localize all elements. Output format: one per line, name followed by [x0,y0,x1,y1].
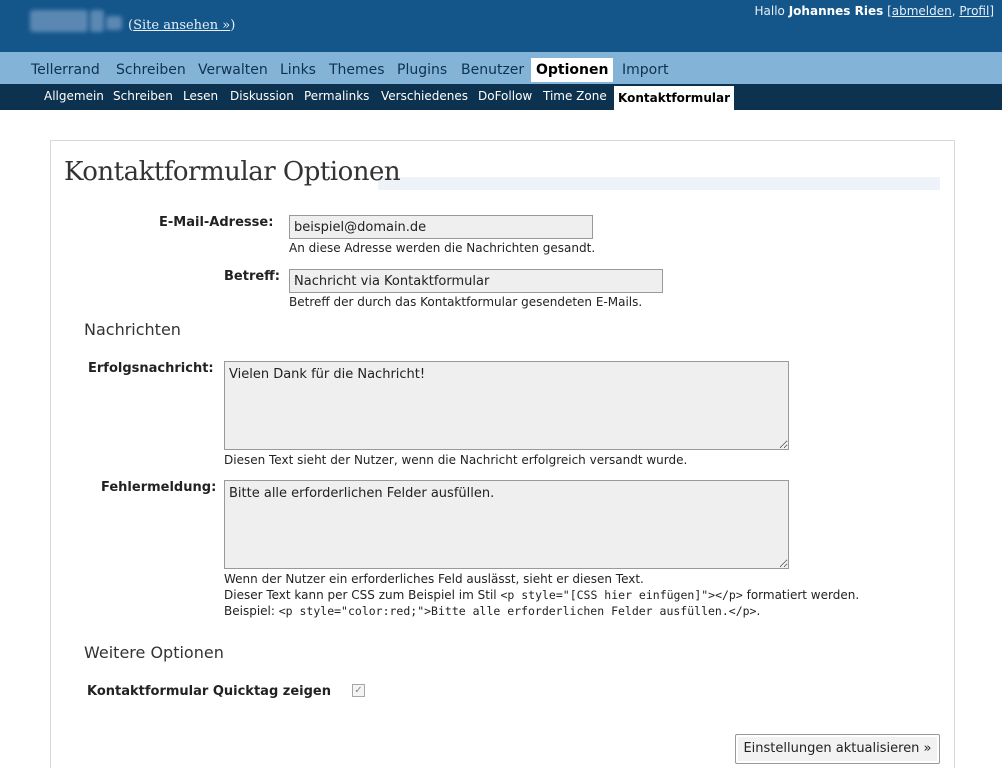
error-hint-line3-suffix: . [756,604,761,618]
error-hint-line2-text: Dieser Text kann per CSS zum Beispiel im… [224,588,501,602]
submenu-item-time-zone[interactable]: Time Zone [543,89,607,109]
blog-logo[interactable] [28,6,124,36]
submenu-item-kontaktformular[interactable]: Kontaktformular [614,86,734,110]
check-icon: ✓ [354,685,363,696]
greeting-text: Hallo [754,4,785,18]
submenu-item-permalinks[interactable]: Permalinks [304,89,369,109]
submenu-item-verschiedenes[interactable]: Verschiedenes [381,89,468,109]
menu-item-themes[interactable]: Themes [324,58,390,82]
quicktag-label: Kontaktformular Quicktag zeigen [87,684,331,699]
messages-heading: Nachrichten [84,320,181,339]
menu-item-links[interactable]: Links [275,58,321,82]
admin-header: (Site ansehen ») Hallo Johannes Ries [ab… [0,0,1002,52]
submenu-item-lesen[interactable]: Lesen [183,89,218,109]
error-label: Fehlermeldung: [101,480,217,495]
error-hint-line2: Dieser Text kann per CSS zum Beispiel im… [224,588,859,602]
quicktag-checkbox[interactable]: ✓ [352,684,365,697]
error-hint-line1: Wenn der Nutzer ein erforderliches Feld … [224,572,644,586]
submenu-item-allgemein[interactable]: Allgemein [44,89,104,109]
subject-field[interactable] [289,269,663,293]
error-hint-line2-code: <p style="[CSS hier einfügen]"></p> [500,588,743,602]
error-hint-line3-code: <p style="color:red;">Bitte alle erforde… [278,604,757,618]
more-options-heading: Weitere Optionen [84,643,224,662]
error-hint-line2-suffix: formatiert werden. [742,588,860,602]
email-label-text: E-Mail-Adresse [159,215,269,230]
menu-item-tellerrand[interactable]: Tellerrand [26,58,105,82]
email-hint: An diese Adresse werden die Nachrichten … [289,241,596,255]
error-message-textarea[interactable]: Bitte alle erforderlichen Felder ausfüll… [224,480,789,569]
subject-label: Betreff: [224,269,280,284]
email-label: E-Mail-Adresse: [159,215,274,230]
main-menu: Tellerrand Schreiben Verwalten Links The… [0,52,1002,84]
menu-item-benutzer[interactable]: Benutzer [456,58,529,82]
title-underline [378,177,940,190]
error-hint-line3: Beispiel: <p style="color:red;">Bitte al… [224,604,760,618]
success-label-text: Erfolgsnachricht [88,361,209,376]
error-label-text: Fehlermeldung [101,480,212,495]
menu-item-verwalten[interactable]: Verwalten [193,58,273,82]
menu-item-import[interactable]: Import [617,58,673,82]
success-hint: Diesen Text sieht der Nutzer, wenn die N… [224,453,688,467]
user-name: Johannes Ries [788,4,884,18]
submenu-item-dofollow[interactable]: DoFollow [478,89,532,109]
site-link-wrapper: (Site ansehen ») [128,18,236,33]
user-info: Hallo Johannes Ries [abmelden, Profil] [754,4,995,18]
error-hint-line3-text: Beispiel: [224,604,279,618]
profile-link[interactable]: Profil [959,4,989,18]
success-label: Erfolgsnachricht: [88,361,214,376]
sub-menu: Allgemein Schreiben Lesen Diskussion Per… [0,84,1002,110]
email-field[interactable] [289,215,593,239]
page-title: Kontaktformular Optionen [64,157,401,187]
success-message-textarea[interactable]: Vielen Dank für die Nachricht! [224,361,789,450]
subject-hint: Betreff der durch das Kontaktformular ge… [289,295,643,309]
logout-link[interactable]: abmelden [892,4,952,18]
menu-item-plugins[interactable]: Plugins [392,58,452,82]
submenu-item-diskussion[interactable]: Diskussion [230,89,294,109]
submenu-item-schreiben[interactable]: Schreiben [113,89,173,109]
menu-item-schreiben[interactable]: Schreiben [111,58,191,82]
subject-label-text: Betreff [224,269,275,284]
menu-item-optionen[interactable]: Optionen [531,58,614,82]
update-settings-button[interactable]: Einstellungen aktualisieren » [735,734,940,764]
view-site-link[interactable]: Site ansehen » [133,18,230,33]
